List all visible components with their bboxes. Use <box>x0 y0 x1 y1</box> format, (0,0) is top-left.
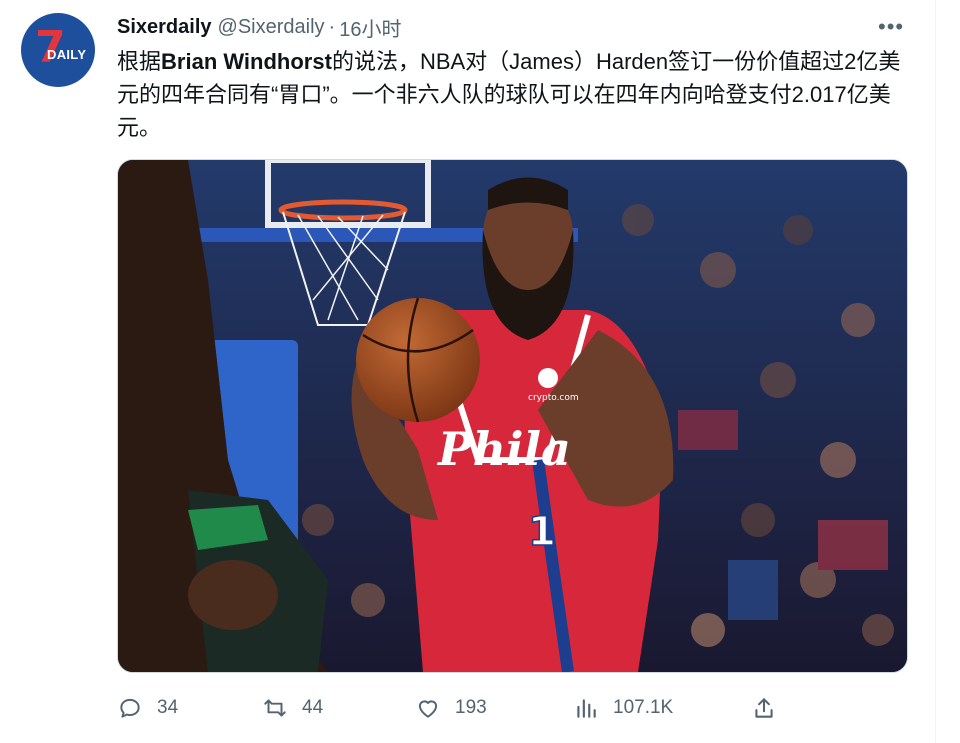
tweet-text-part1: 根据 <box>117 49 162 74</box>
like-icon <box>418 700 438 718</box>
share-button[interactable] <box>751 692 791 724</box>
retweet-button[interactable]: 44 <box>262 692 323 724</box>
avatar[interactable]: 7 DAILY <box>21 13 95 87</box>
retweet-icon <box>264 699 286 717</box>
tweet-text: 根据Brian Windhorst的说法，NBA对（James）Harden签订… <box>117 45 917 144</box>
reply-icon <box>120 698 140 718</box>
views-icon <box>577 699 596 718</box>
more-icon[interactable]: ••• <box>878 14 904 40</box>
author-name[interactable]: Sixerdaily <box>117 16 212 39</box>
timeline-border <box>935 0 936 743</box>
timestamp[interactable]: 16小时 <box>339 13 401 42</box>
views-count: 107.1K <box>613 697 674 718</box>
author-handle[interactable]: @Sixerdaily <box>218 16 325 39</box>
player-photo: Phila 1 crypto.com <box>118 160 907 672</box>
reply-button[interactable]: 34 <box>117 692 178 724</box>
avatar-word: DAILY <box>47 47 87 62</box>
share-icon <box>755 698 773 718</box>
views-button[interactable]: 107.1K <box>573 692 673 724</box>
jersey-number: 1 <box>528 509 556 555</box>
reply-count: 34 <box>157 697 179 718</box>
tweet-header: Sixerdaily @Sixerdaily · 16小时 <box>117 13 401 41</box>
retweet-count: 44 <box>302 697 324 718</box>
like-button[interactable]: 193 <box>415 692 487 724</box>
sponsor-text: crypto.com <box>528 393 579 403</box>
sponsor-logo <box>538 368 558 388</box>
jersey-team-text: Phila <box>436 422 571 476</box>
like-count: 193 <box>455 697 487 718</box>
tweet-actions: 34 44 193 107.1K <box>0 692 960 724</box>
separator-dot: · <box>328 15 336 38</box>
tweet-text-bold: Brian Windhorst <box>161 49 332 74</box>
tweet-image[interactable]: Phila 1 crypto.com <box>117 159 908 673</box>
